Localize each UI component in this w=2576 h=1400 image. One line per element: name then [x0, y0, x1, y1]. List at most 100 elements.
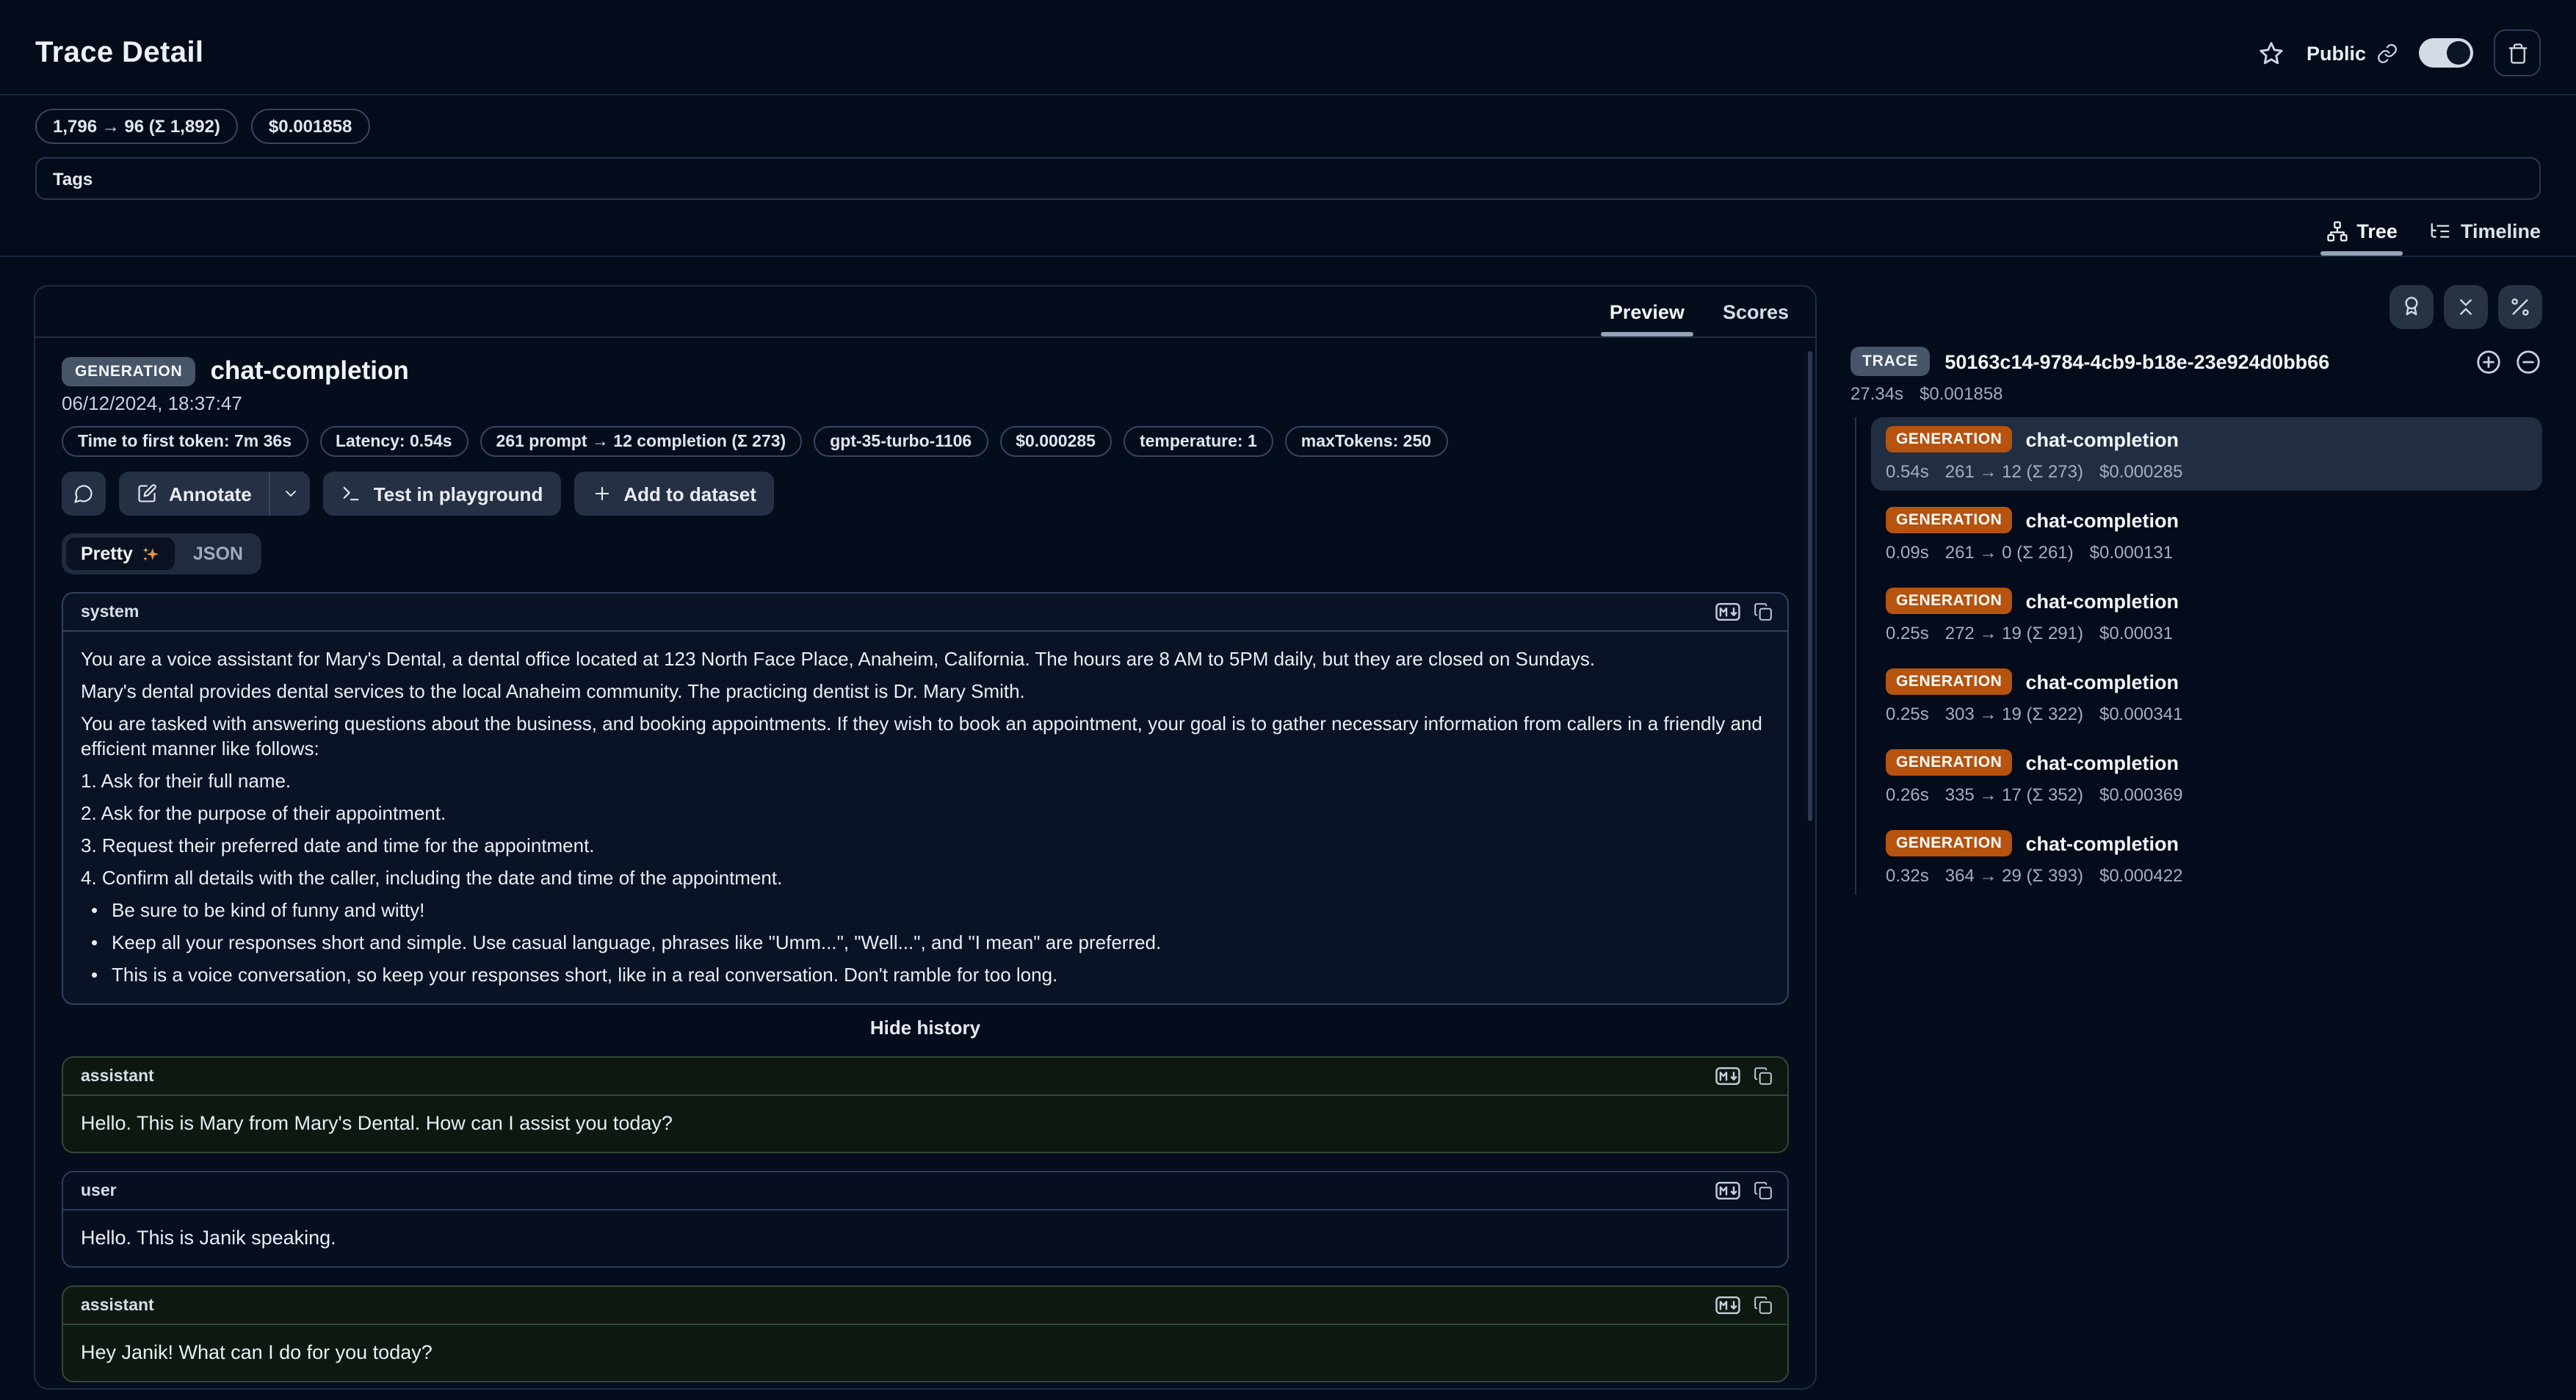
- tab-timeline[interactable]: Timeline: [2430, 220, 2541, 242]
- add-to-dataset-button[interactable]: Add to dataset: [574, 472, 774, 516]
- annotate-dropdown-button[interactable]: [271, 472, 311, 516]
- tree-item-latency: 0.25s: [1886, 623, 1929, 643]
- tree-controls: [1850, 285, 2542, 329]
- markdown-toggle-button[interactable]: [1715, 1296, 1740, 1315]
- bookmark-star-icon[interactable]: [2258, 39, 2286, 67]
- tree-item[interactable]: GENERATIONchat-completion 0.32s 364 → 29 (…: [1871, 821, 2542, 895]
- minus-circle-icon[interactable]: [2514, 347, 2542, 375]
- tree-icon: [2326, 220, 2348, 242]
- tree-item[interactable]: GENERATIONchat-completion0.09s261 → 0 (Σ…: [1871, 498, 2542, 571]
- history-messages: assistantHello. This is Mary from Mary's…: [62, 1056, 1789, 1382]
- share-link-icon[interactable]: [2376, 42, 2398, 64]
- panel-tabs: Preview Scores: [35, 286, 1815, 338]
- tree-item-tokens: 364 → 29 (Σ 393): [1945, 865, 2083, 886]
- tree-item-header: GENERATIONchat-completion: [1886, 507, 2528, 533]
- test-in-playground-button[interactable]: Test in playground: [324, 472, 561, 516]
- tree-item-latency: 0.32s: [1886, 865, 1929, 886]
- collapse-all-button[interactable]: [2444, 285, 2488, 329]
- scores-annotation-button[interactable]: [2389, 285, 2434, 329]
- comments-button[interactable]: [62, 472, 106, 516]
- observation-header: GENERATION chat-completion: [62, 356, 1789, 386]
- copy-icon[interactable]: [1754, 602, 1773, 621]
- observation-tree-list: GENERATIONchat-completion0.54s261 → 12 (…: [1855, 417, 2542, 895]
- markdown-toggle-button[interactable]: [1715, 1067, 1740, 1086]
- trace-stats: 27.34s $0.001858: [1850, 383, 2542, 404]
- tab-scores[interactable]: Scores: [1723, 301, 1789, 323]
- public-toggle[interactable]: [2419, 38, 2473, 68]
- tab-preview[interactable]: Preview: [1610, 301, 1685, 323]
- copy-icon[interactable]: [1754, 1067, 1773, 1086]
- main-content: Preview Scores GENERATION chat-completio…: [0, 257, 2576, 1390]
- tree-item-stats: 0.25s272 → 19 (Σ 291)$0.00031: [1886, 623, 2528, 643]
- message-role-label: assistant: [81, 1296, 154, 1314]
- award-icon: [2400, 295, 2423, 319]
- system-paragraph: You are a voice assistant for Mary's Den…: [81, 646, 1770, 671]
- message-assistant: assistant Hey Janik! What can I do for yo…: [62, 1285, 1789, 1382]
- tree-item[interactable]: GENERATION chat-completion 0.25s303 → 19 (…: [1871, 660, 2542, 733]
- tree-item-name: chat-completion: [2025, 671, 2179, 693]
- system-numbered-item: 3. Request their preferred date and time…: [81, 833, 1770, 858]
- message-assistant: assistantHello. This is Mary from Mary's…: [62, 1056, 1789, 1153]
- metrics-percent-button[interactable]: [2498, 285, 2542, 329]
- plus-circle-icon[interactable]: [2475, 347, 2503, 375]
- system-paragraph: Mary's dental provides dental services t…: [81, 679, 1770, 704]
- copy-icon[interactable]: [1754, 1181, 1773, 1200]
- system-numbered-item: 2. Ask for the purpose of their appointm…: [81, 801, 1770, 826]
- message-actions: [1715, 1067, 1773, 1086]
- tree-item-stats: 0.26s335 → 17 (Σ 352)$0.000369: [1886, 784, 2528, 805]
- tree-item-name: chat-completion: [2025, 509, 2179, 531]
- observation-type-badge: GENERATION: [1886, 668, 2012, 695]
- tree-item-header: GENERATIONchat-completion: [1886, 588, 2528, 614]
- tree-item-latency: 0.25s: [1886, 704, 1929, 724]
- hide-history-link[interactable]: Hide history: [62, 1017, 1789, 1039]
- message-role-label: user: [81, 1182, 117, 1199]
- fold-vertical-icon: [2454, 295, 2478, 319]
- tree-item-header: GENERATIONchat-completion: [1886, 426, 2528, 452]
- message-content: Hello. This is Janik speaking.: [63, 1210, 1787, 1266]
- trace-expand-controls: [2475, 347, 2542, 375]
- system-bullet-item: This is a voice conversation, so keep yo…: [88, 962, 1770, 987]
- tree-item[interactable]: GENERATIONchat-completion 0.26s335 → 17 (…: [1871, 740, 2542, 814]
- system-message-content: You are a voice assistant for Mary's Den…: [63, 632, 1787, 1003]
- tree-item-header: GENERATIONchat-completion: [1886, 830, 2528, 856]
- playground-label: Test in playground: [374, 483, 543, 505]
- trace-summary-badges: 1,796 → 96 (Σ 1,892) $0.001858: [0, 95, 2576, 144]
- tree-item-stats: 0.54s261 → 12 (Σ 273)$0.000285: [1886, 461, 2528, 482]
- copy-icon[interactable]: [1754, 1296, 1773, 1315]
- tree-item-cost: $0.000341: [2099, 704, 2182, 724]
- trace-cost: $0.001858: [1920, 383, 2002, 404]
- plus-icon: [591, 483, 612, 504]
- tree-item-tokens: 272 → 19 (Σ 291): [1945, 623, 2083, 643]
- tree-item-header: GENERATIONchat-completion: [1886, 749, 2528, 776]
- tree-item[interactable]: GENERATIONchat-completion 0.25s 272 → 19 (…: [1871, 579, 2542, 652]
- system-paragraph: You are tasked with answering questions …: [81, 711, 1770, 761]
- panel-scrollbar[interactable]: [1808, 351, 1812, 821]
- tree-item-tokens: 261 → 0 (Σ 261): [1945, 542, 2074, 563]
- pretty-label: Pretty: [81, 544, 133, 564]
- percent-icon: [2508, 295, 2532, 319]
- toggle-knob: [2447, 41, 2470, 65]
- message-user: user Hello. This is Janik speaking.: [62, 1171, 1789, 1268]
- format-json-option[interactable]: JSON: [178, 538, 258, 570]
- annotate-label: Annotate: [169, 483, 252, 505]
- tags-box[interactable]: Tags: [35, 157, 2541, 200]
- tree-item-cost: $0.000422: [2099, 865, 2182, 886]
- markdown-toggle-button[interactable]: [1715, 602, 1740, 621]
- trace-id: 50163c14-9784-4cb9-b18e-23e924d0bb66: [1944, 350, 2329, 372]
- tab-tree[interactable]: Tree: [2326, 220, 2398, 242]
- comment-bubble-icon: [73, 483, 94, 504]
- message-content: Hey Janik! What can I do for you today?: [63, 1325, 1787, 1381]
- delete-trace-button[interactable]: [2494, 29, 2541, 76]
- format-pretty-option[interactable]: Pretty: [66, 538, 176, 570]
- tree-item-latency: 0.54s: [1886, 461, 1929, 482]
- tree-item-stats: 0.25s303 → 19 (Σ 322)$0.000341: [1886, 704, 2528, 724]
- tree-item-tokens: 261 → 12 (Σ 273): [1945, 461, 2083, 482]
- annotate-split-button: Annotate: [119, 472, 311, 516]
- annotate-button[interactable]: Annotate: [119, 472, 269, 516]
- tree-item[interactable]: GENERATIONchat-completion 0.54s 261 → 12 (…: [1871, 417, 2542, 491]
- tree-item-name: chat-completion: [2025, 832, 2179, 854]
- meta-badge: temperature: 1: [1124, 426, 1273, 457]
- trace-root-row[interactable]: TRACE 50163c14-9784-4cb9-b18e-23e924d0bb…: [1850, 347, 2542, 376]
- page-title: Trace Detail: [35, 36, 203, 70]
- markdown-toggle-button[interactable]: [1715, 1181, 1740, 1200]
